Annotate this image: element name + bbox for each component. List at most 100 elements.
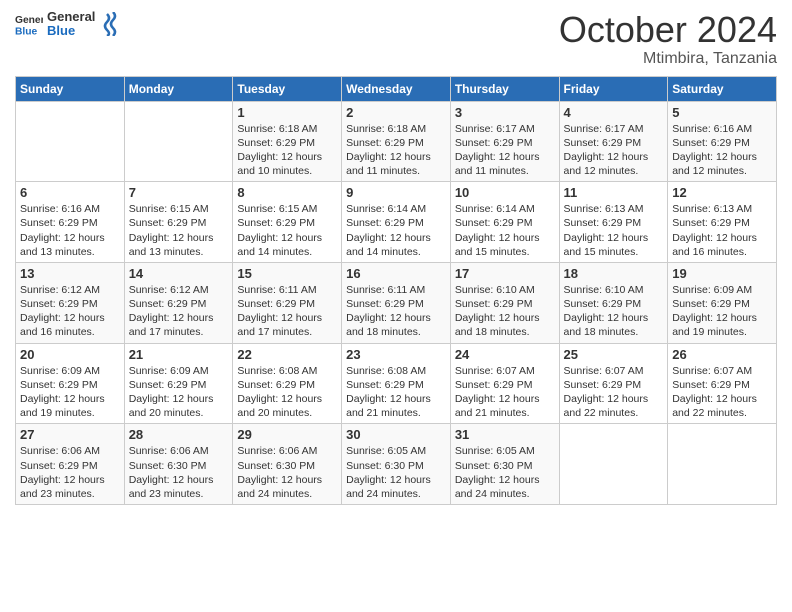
day-number: 2 — [346, 105, 446, 120]
calendar-cell: 6 Sunrise: 6:16 AMSunset: 6:29 PMDayligh… — [16, 182, 125, 263]
calendar-cell: 10 Sunrise: 6:14 AMSunset: 6:29 PMDaylig… — [450, 182, 559, 263]
calendar-cell: 5 Sunrise: 6:16 AMSunset: 6:29 PMDayligh… — [668, 101, 777, 182]
calendar-cell: 13 Sunrise: 6:12 AMSunset: 6:29 PMDaylig… — [16, 262, 125, 343]
day-info: Sunrise: 6:07 AMSunset: 6:29 PMDaylight:… — [455, 364, 555, 421]
day-info: Sunrise: 6:09 AMSunset: 6:29 PMDaylight:… — [20, 364, 120, 421]
day-number: 10 — [455, 185, 555, 200]
calendar-cell: 8 Sunrise: 6:15 AMSunset: 6:29 PMDayligh… — [233, 182, 342, 263]
day-info: Sunrise: 6:07 AMSunset: 6:29 PMDaylight:… — [672, 364, 772, 421]
calendar-cell: 22 Sunrise: 6:08 AMSunset: 6:29 PMDaylig… — [233, 343, 342, 424]
day-info: Sunrise: 6:05 AMSunset: 6:30 PMDaylight:… — [346, 444, 446, 501]
calendar-cell: 31 Sunrise: 6:05 AMSunset: 6:30 PMDaylig… — [450, 424, 559, 505]
calendar-cell: 25 Sunrise: 6:07 AMSunset: 6:29 PMDaylig… — [559, 343, 668, 424]
day-info: Sunrise: 6:15 AMSunset: 6:29 PMDaylight:… — [237, 202, 337, 259]
logo: General Blue General Blue — [15, 10, 119, 39]
day-number: 20 — [20, 347, 120, 362]
day-number: 4 — [564, 105, 664, 120]
calendar-week-row: 20 Sunrise: 6:09 AMSunset: 6:29 PMDaylig… — [16, 343, 777, 424]
day-info: Sunrise: 6:10 AMSunset: 6:29 PMDaylight:… — [455, 283, 555, 340]
calendar-cell — [16, 101, 125, 182]
day-info: Sunrise: 6:16 AMSunset: 6:29 PMDaylight:… — [672, 122, 772, 179]
logo-icon: General Blue — [15, 10, 43, 38]
weekday-header: Saturday — [668, 76, 777, 101]
day-number: 6 — [20, 185, 120, 200]
day-number: 12 — [672, 185, 772, 200]
calendar-week-row: 27 Sunrise: 6:06 AMSunset: 6:29 PMDaylig… — [16, 424, 777, 505]
day-info: Sunrise: 6:17 AMSunset: 6:29 PMDaylight:… — [564, 122, 664, 179]
day-info: Sunrise: 6:16 AMSunset: 6:29 PMDaylight:… — [20, 202, 120, 259]
calendar-cell: 18 Sunrise: 6:10 AMSunset: 6:29 PMDaylig… — [559, 262, 668, 343]
day-info: Sunrise: 6:17 AMSunset: 6:29 PMDaylight:… — [455, 122, 555, 179]
calendar-cell: 30 Sunrise: 6:05 AMSunset: 6:30 PMDaylig… — [342, 424, 451, 505]
day-number: 7 — [129, 185, 229, 200]
weekday-header: Thursday — [450, 76, 559, 101]
day-info: Sunrise: 6:18 AMSunset: 6:29 PMDaylight:… — [346, 122, 446, 179]
logo-wave-icon — [99, 12, 119, 36]
day-number: 22 — [237, 347, 337, 362]
day-number: 29 — [237, 427, 337, 442]
day-number: 8 — [237, 185, 337, 200]
day-number: 17 — [455, 266, 555, 281]
day-number: 16 — [346, 266, 446, 281]
calendar-cell — [124, 101, 233, 182]
calendar-week-row: 13 Sunrise: 6:12 AMSunset: 6:29 PMDaylig… — [16, 262, 777, 343]
day-info: Sunrise: 6:05 AMSunset: 6:30 PMDaylight:… — [455, 444, 555, 501]
day-number: 13 — [20, 266, 120, 281]
day-number: 11 — [564, 185, 664, 200]
weekday-header-row: SundayMondayTuesdayWednesdayThursdayFrid… — [16, 76, 777, 101]
day-number: 1 — [237, 105, 337, 120]
svg-text:Blue: Blue — [15, 27, 38, 38]
day-number: 26 — [672, 347, 772, 362]
day-number: 15 — [237, 266, 337, 281]
calendar-cell: 24 Sunrise: 6:07 AMSunset: 6:29 PMDaylig… — [450, 343, 559, 424]
day-number: 31 — [455, 427, 555, 442]
day-number: 19 — [672, 266, 772, 281]
calendar-cell: 21 Sunrise: 6:09 AMSunset: 6:29 PMDaylig… — [124, 343, 233, 424]
day-info: Sunrise: 6:07 AMSunset: 6:29 PMDaylight:… — [564, 364, 664, 421]
day-info: Sunrise: 6:10 AMSunset: 6:29 PMDaylight:… — [564, 283, 664, 340]
calendar-cell: 1 Sunrise: 6:18 AMSunset: 6:29 PMDayligh… — [233, 101, 342, 182]
calendar-cell: 15 Sunrise: 6:11 AMSunset: 6:29 PMDaylig… — [233, 262, 342, 343]
weekday-header: Wednesday — [342, 76, 451, 101]
day-number: 5 — [672, 105, 772, 120]
day-info: Sunrise: 6:06 AMSunset: 6:29 PMDaylight:… — [20, 444, 120, 501]
day-number: 25 — [564, 347, 664, 362]
day-info: Sunrise: 6:14 AMSunset: 6:29 PMDaylight:… — [346, 202, 446, 259]
calendar-cell: 19 Sunrise: 6:09 AMSunset: 6:29 PMDaylig… — [668, 262, 777, 343]
calendar-week-row: 1 Sunrise: 6:18 AMSunset: 6:29 PMDayligh… — [16, 101, 777, 182]
day-info: Sunrise: 6:06 AMSunset: 6:30 PMDaylight:… — [129, 444, 229, 501]
calendar-cell — [559, 424, 668, 505]
calendar-cell: 2 Sunrise: 6:18 AMSunset: 6:29 PMDayligh… — [342, 101, 451, 182]
weekday-header: Friday — [559, 76, 668, 101]
calendar-cell: 20 Sunrise: 6:09 AMSunset: 6:29 PMDaylig… — [16, 343, 125, 424]
calendar-table: SundayMondayTuesdayWednesdayThursdayFrid… — [15, 76, 777, 505]
day-info: Sunrise: 6:09 AMSunset: 6:29 PMDaylight:… — [672, 283, 772, 340]
title-area: October 2024 Mtimbira, Tanzania — [559, 10, 777, 68]
day-number: 24 — [455, 347, 555, 362]
calendar-cell: 9 Sunrise: 6:14 AMSunset: 6:29 PMDayligh… — [342, 182, 451, 263]
location-title: Mtimbira, Tanzania — [559, 50, 777, 68]
calendar-cell: 3 Sunrise: 6:17 AMSunset: 6:29 PMDayligh… — [450, 101, 559, 182]
calendar-cell: 4 Sunrise: 6:17 AMSunset: 6:29 PMDayligh… — [559, 101, 668, 182]
weekday-header: Sunday — [16, 76, 125, 101]
day-info: Sunrise: 6:09 AMSunset: 6:29 PMDaylight:… — [129, 364, 229, 421]
calendar-cell: 7 Sunrise: 6:15 AMSunset: 6:29 PMDayligh… — [124, 182, 233, 263]
day-info: Sunrise: 6:14 AMSunset: 6:29 PMDaylight:… — [455, 202, 555, 259]
day-number: 30 — [346, 427, 446, 442]
calendar-cell: 11 Sunrise: 6:13 AMSunset: 6:29 PMDaylig… — [559, 182, 668, 263]
day-number: 23 — [346, 347, 446, 362]
day-info: Sunrise: 6:18 AMSunset: 6:29 PMDaylight:… — [237, 122, 337, 179]
calendar-cell — [668, 424, 777, 505]
calendar-cell: 27 Sunrise: 6:06 AMSunset: 6:29 PMDaylig… — [16, 424, 125, 505]
calendar-cell: 12 Sunrise: 6:13 AMSunset: 6:29 PMDaylig… — [668, 182, 777, 263]
calendar-week-row: 6 Sunrise: 6:16 AMSunset: 6:29 PMDayligh… — [16, 182, 777, 263]
calendar-cell: 16 Sunrise: 6:11 AMSunset: 6:29 PMDaylig… — [342, 262, 451, 343]
day-number: 28 — [129, 427, 229, 442]
calendar-cell: 14 Sunrise: 6:12 AMSunset: 6:29 PMDaylig… — [124, 262, 233, 343]
day-info: Sunrise: 6:11 AMSunset: 6:29 PMDaylight:… — [237, 283, 337, 340]
day-info: Sunrise: 6:15 AMSunset: 6:29 PMDaylight:… — [129, 202, 229, 259]
calendar-cell: 23 Sunrise: 6:08 AMSunset: 6:29 PMDaylig… — [342, 343, 451, 424]
day-number: 14 — [129, 266, 229, 281]
calendar-cell: 26 Sunrise: 6:07 AMSunset: 6:29 PMDaylig… — [668, 343, 777, 424]
day-number: 27 — [20, 427, 120, 442]
